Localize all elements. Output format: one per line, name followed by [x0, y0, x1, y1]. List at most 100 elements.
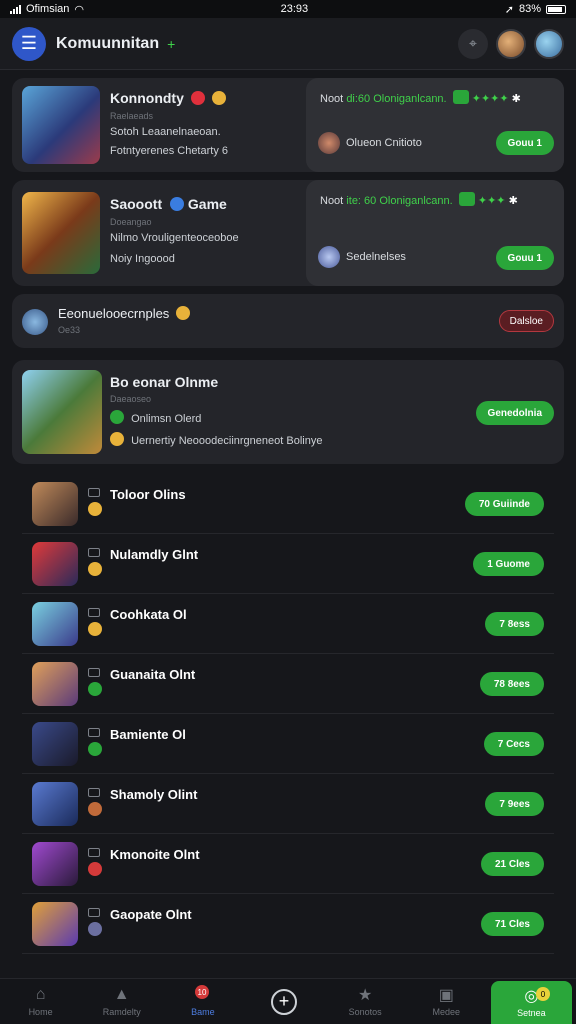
menu-button[interactable]: ☰	[12, 26, 46, 61]
game-card[interactable]: Saooott Game Doeangao Nilmo Vrouligenteo…	[12, 180, 564, 286]
online-status-icon: +	[167, 35, 176, 52]
location-icon: ➚	[504, 3, 514, 16]
online-icon	[110, 410, 124, 424]
row-action-button[interactable]: 1 Guome	[473, 552, 544, 576]
game-icon	[170, 197, 184, 211]
game-thumbnail	[22, 192, 100, 274]
join-button[interactable]: Gouu 1	[495, 246, 554, 270]
avatar-primary[interactable]	[496, 28, 526, 59]
media-icon: ▣	[438, 987, 454, 1004]
row-action-button[interactable]: 7 9ees	[485, 792, 544, 816]
notification-badge: 0	[535, 987, 550, 1001]
game-thumbnail	[22, 370, 102, 454]
row-name: Bamiente Ol	[110, 727, 186, 742]
heart-icon	[190, 91, 205, 105]
game-icon	[32, 722, 78, 766]
status-dot	[88, 922, 102, 936]
status-dot	[88, 742, 102, 756]
chat-icon	[88, 668, 100, 677]
list-item[interactable]: Coohkata Ol 7 8ess	[22, 594, 554, 654]
trophy-icon	[110, 432, 124, 446]
row-action-button[interactable]: 7 Cecs	[483, 732, 544, 756]
game-card[interactable]: Konnondty Raelaeads Sotoh Leaanelnaeoan.…	[12, 78, 564, 172]
avatar-secondary[interactable]	[534, 28, 564, 59]
card-line: Nilmo Vrouligenteoceoboe	[110, 232, 239, 244]
wifi-icon: ◠	[74, 3, 85, 16]
game-icon	[32, 902, 78, 946]
green-badge-icon	[458, 192, 475, 206]
featured-game-card[interactable]: Bo eonar Olnme Daeaoseo Onlimsn Olerd Ue…	[12, 360, 564, 464]
rating-icon: ✦✦✦✦	[471, 93, 509, 105]
row-name: Coohkata Ol	[110, 607, 187, 622]
status-dot	[88, 562, 102, 576]
green-badge-icon	[452, 90, 469, 104]
chat-icon	[88, 848, 100, 857]
row-action-button[interactable]: 7 8ess	[485, 612, 544, 636]
list-item[interactable]: Toloor Olins 70 Guiinde	[22, 474, 554, 534]
status-dot	[88, 622, 102, 636]
chat-icon	[88, 728, 100, 737]
game-icon	[32, 542, 78, 586]
game-icon	[32, 662, 78, 706]
panel-highlight: ite: 60 Oloniganlcann.	[346, 195, 453, 207]
app-bar: ☰ Komuunnitan + ⌖	[0, 18, 576, 70]
panel-highlight: di:60 Oloniganlcann.	[346, 93, 447, 105]
panel-user: Olueon Cnitioto	[346, 137, 422, 149]
list-item[interactable]: Nulamdly Glnt 1 Guome	[22, 534, 554, 594]
panel-user: Sedelnelses	[346, 251, 406, 263]
activity-panel: Noot ite: 60 Oloniganlcann. ✦✦✦ ✱ Sedeln…	[306, 180, 564, 286]
user-avatar	[318, 246, 340, 268]
row-action-button[interactable]: 78 8ees	[479, 672, 544, 696]
emoji-icon	[211, 91, 226, 105]
join-button[interactable]: Gouu 1	[495, 131, 554, 155]
list-item[interactable]: Guanaita Olnt 78 8ees	[22, 654, 554, 714]
row-name: Guanaita Olnt	[110, 667, 196, 682]
feature-subtitle: Daeaoseo	[110, 394, 152, 404]
tab-home[interactable]: ⌂ Home	[0, 979, 81, 1024]
card-line: Noiy Ingoood	[110, 253, 175, 265]
status-dot	[88, 502, 102, 516]
list-item[interactable]: Bamiente Ol 7 Cecs	[22, 714, 554, 774]
panel-text: Noot	[320, 93, 344, 105]
list-item[interactable]: Gaopate Olnt 71 Cles	[22, 894, 554, 954]
emoji-icon	[175, 306, 190, 320]
tab-create[interactable]: +	[243, 979, 324, 1024]
generate-button[interactable]: Genedolnia	[475, 401, 554, 425]
star-icon: ★	[357, 987, 373, 1004]
card-subtitle: Raelaeads	[110, 111, 154, 121]
tab-media[interactable]: ▣ Medee	[406, 979, 487, 1024]
scan-button[interactable]: ⌖	[458, 28, 488, 59]
tab-settings[interactable]: ◎ Setnea 0	[490, 981, 572, 1024]
tab-favorites[interactable]: ★ Sonotos	[325, 979, 406, 1024]
settings-icon[interactable]: ✱	[512, 93, 521, 105]
card-line: Sotoh Leaanelnaeoan.	[110, 126, 221, 138]
tab-community[interactable]: ▲ Ramdelty	[81, 979, 162, 1024]
row-action-button[interactable]: 70 Guiinde	[464, 492, 544, 516]
activity-panel: Noot di:60 Oloniganlcann. ✦✦✦✦ ✱ Olueon …	[306, 78, 564, 172]
chat-icon	[88, 788, 100, 797]
tab-game[interactable]: ●Bame10	[162, 979, 243, 1024]
row-action-button[interactable]: 21 Cles	[480, 852, 544, 876]
card-title-tag: Game	[187, 196, 227, 212]
row-name: Shamoly Olint	[110, 787, 198, 802]
list-item[interactable]: Shamoly Olint 7 9ees	[22, 774, 554, 834]
plus-icon: +	[270, 988, 297, 1015]
chat-icon	[88, 908, 100, 917]
game-icon	[32, 482, 78, 526]
status-bar: Ofimsian ◠ 23:93 ➚ 83%	[0, 0, 576, 18]
signal-icon	[10, 4, 21, 14]
card-title: Saooott	[110, 196, 163, 212]
settings-icon[interactable]: ✱	[509, 195, 518, 207]
card-title: Konnondty	[110, 90, 184, 106]
row-action-button[interactable]: 71 Cles	[480, 912, 544, 936]
status-dot	[88, 682, 102, 696]
notice-subtitle: Oe33	[58, 325, 81, 335]
list-item[interactable]: Kmonoite Olnt 21 Cles	[22, 834, 554, 894]
notice-card[interactable]: Eeonuelooecrnples Oe33 Dalsloe	[12, 294, 564, 348]
app-title: Komuunnitan	[56, 34, 160, 52]
panel-text: Noot	[320, 195, 344, 207]
tab-bar: ⌂Home ▲Ramdelty ●Bame10 + ★Sonotos ▣Mede…	[0, 978, 576, 1024]
notice-title: Eeonuelooecrnples	[58, 306, 170, 321]
notice-avatar	[22, 309, 48, 335]
decline-button[interactable]: Dalsloe	[498, 310, 554, 332]
